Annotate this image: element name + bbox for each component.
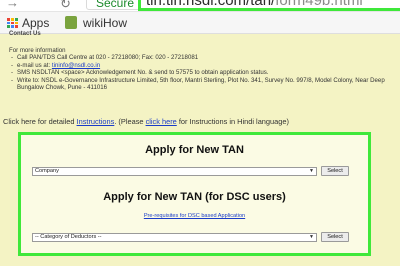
url-main: tin.tin.nsdl.com/tan/ [146,0,276,9]
select-dsc-button[interactable]: Select [321,232,349,242]
email-link[interactable]: tininfo@nsdl.co.in [52,62,100,69]
bookmarks-bar: Apps wikiHow [0,12,400,34]
instructions-link[interactable]: Instructions [77,117,115,126]
prerequisites-link[interactable]: Pre-requisites for DSC based Application [21,213,368,219]
apply-tan-title: Apply for New TAN [145,144,244,156]
contact-item: Write to: NSDL e-Governance Infrastructu… [9,77,394,92]
bookmark-wikihow[interactable]: wikiHow [83,16,127,30]
wikihow-icon[interactable] [65,16,77,29]
contact-heading: Contact Us [9,31,41,37]
apply-tan-dsc-title: Apply for New TAN (for DSC users) [103,191,286,203]
contact-item: e-mail us at: tininfo@nsdl.co.in [9,62,394,70]
deductor-category-select[interactable]: -- Category of Deductors -- ▼ [32,233,317,242]
chevron-down-icon: ▼ [309,234,314,240]
url-path: form49b.html [275,0,363,9]
chevron-down-icon: ▼ [309,168,314,174]
contact-item: Call PAN/TDS Call Centre at 020 - 272180… [9,54,394,62]
instructions-line: Click here for detailed Instructions. (P… [3,117,289,126]
url-text[interactable]: tin.tin.nsdl.com/tan/form49b.html [146,0,363,9]
contact-info: For more information Call PAN/TDS Call C… [9,47,394,91]
contact-intro: For more information [9,47,66,54]
bookmark-apps[interactable]: Apps [22,16,49,30]
secure-indicator[interactable]: Secure [96,0,134,10]
browser-toolbar: → ↻ Secure tin.tin.nsdl.com/tan/form49b.… [0,0,400,12]
forward-arrow-icon[interactable]: → [6,0,20,10]
apps-grid-icon[interactable] [7,18,18,28]
apply-tan-panel: Apply for New TAN Company ▼ Select Apply… [18,132,371,256]
deductor-type-select[interactable]: Company ▼ [32,167,317,176]
reload-icon[interactable]: ↻ [60,0,74,11]
contact-item: SMS NSDLTAN <space> Acknowledgement No. … [9,69,394,77]
hindi-instructions-link[interactable]: click here [146,117,177,126]
select-button[interactable]: Select [321,166,349,176]
